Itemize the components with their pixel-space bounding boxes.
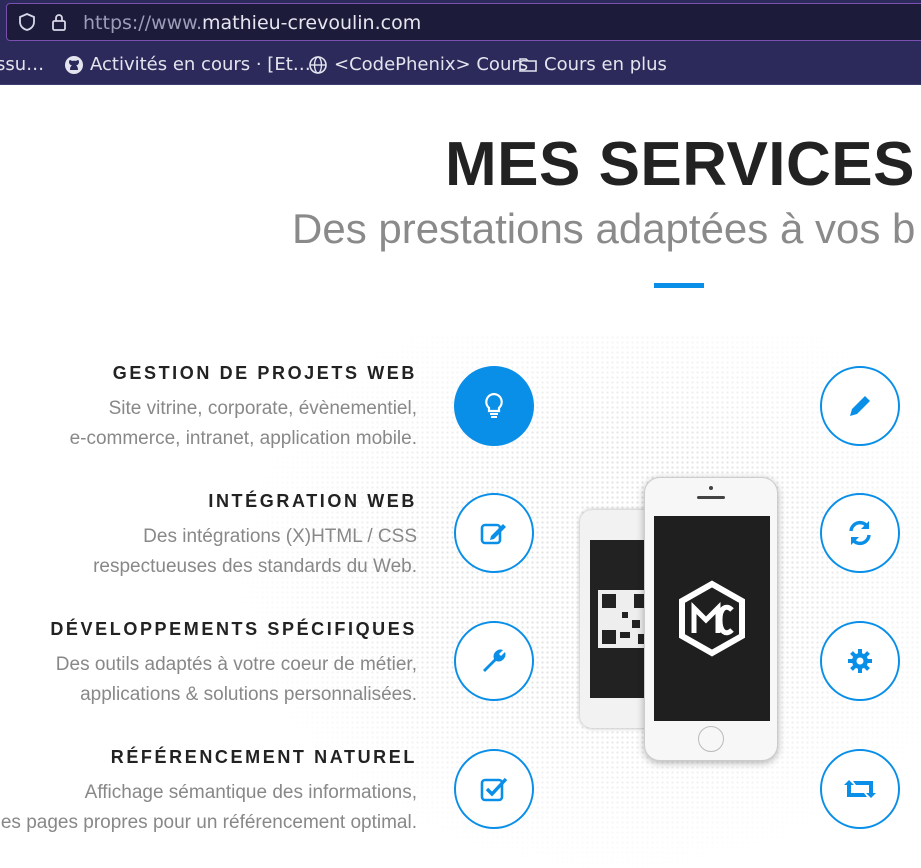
service-desc-line: Des intégrations (X)HTML / CSS — [143, 526, 417, 547]
url-host: mathieu-crevoulin.com — [202, 12, 422, 34]
bookmark-item-github[interactable]: Activités en cours · [Et… — [64, 54, 311, 75]
refresh-icon — [849, 520, 871, 546]
service-item: GESTION DE PROJETS WEB Site vitrine, cor… — [0, 363, 417, 454]
edit-icon — [480, 523, 506, 545]
bookmark-label: Cours en plus — [544, 54, 667, 75]
phone-home-button — [698, 726, 724, 752]
shield-icon[interactable] — [17, 12, 37, 32]
service-title: RÉFÉRENCEMENT NATUREL — [110, 747, 417, 767]
folder-icon — [519, 57, 537, 72]
service-icon-circle[interactable] — [454, 749, 534, 829]
pencil-icon — [850, 396, 870, 416]
feature-icon-circle[interactable] — [820, 493, 900, 573]
service-item: INTÉGRATION WEB Des intégrations (X)HTML… — [0, 491, 417, 582]
service-item: DÉVELOPPEMENTS SPÉCIFIQUES Des outils ad… — [0, 619, 417, 710]
bookmark-label: ssu… — [0, 54, 45, 75]
bookmark-item[interactable]: ssu… — [0, 54, 44, 75]
bookmark-label: Activités en cours · [Et… — [90, 54, 311, 75]
bookmark-label: <CodePhenix> Cours — [334, 54, 529, 75]
service-desc-line: applications & solutions personnalisées. — [80, 684, 417, 705]
phone-speaker — [697, 496, 725, 499]
mc-logo-icon — [679, 580, 745, 657]
wrench-icon — [483, 649, 506, 672]
bookmark-folder-cours[interactable]: Cours en plus — [518, 54, 667, 75]
phone-screen — [654, 516, 770, 721]
service-desc-line: Affichage sémantique des informations, — [84, 782, 417, 803]
service-title: GESTION DE PROJETS WEB — [112, 363, 417, 383]
feature-icon-circle[interactable] — [820, 621, 900, 701]
checkbox-icon — [480, 777, 508, 802]
service-desc-line: Site vitrine, corporate, évènementiel, — [108, 398, 417, 419]
service-desc-line: Des outils adaptés à votre coeur de méti… — [55, 654, 417, 675]
feature-icon-circle[interactable] — [820, 366, 900, 446]
lightbulb-icon — [485, 392, 503, 418]
service-item: RÉFÉRENCEMENT NATUREL Affichage sémantiq… — [0, 747, 417, 838]
bookmarks-bar: ssu… Activités en cours · [Et… <CodePhen… — [0, 44, 921, 85]
phone-camera — [709, 486, 713, 490]
service-desc-line: des pages propres pour un référencement … — [0, 812, 417, 833]
globe-icon — [309, 55, 327, 74]
gear-icon — [848, 649, 872, 673]
feature-icon-circle[interactable] — [820, 749, 900, 829]
service-title: INTÉGRATION WEB — [208, 491, 417, 511]
page-subtitle: Des prestations adaptées à vos b — [292, 205, 916, 252]
github-icon — [65, 55, 83, 74]
bookmark-item-codephenix[interactable]: <CodePhenix> Cours — [308, 54, 528, 75]
browser-toolbar: https://www.mathieu-crevoulin.com — [0, 0, 921, 44]
service-title: DÉVELOPPEMENTS SPÉCIFIQUES — [50, 619, 417, 639]
service-icon-circle[interactable] — [454, 366, 534, 446]
address-bar[interactable]: https://www.mathieu-crevoulin.com — [6, 3, 921, 41]
retweet-icon — [844, 780, 876, 798]
service-desc-line: respectueuses des standards du Web. — [93, 556, 417, 577]
service-icon-circle[interactable] — [454, 493, 534, 573]
url-prefix: https://www. — [83, 12, 203, 34]
page-content: MES SERVICES Des prestations adaptées à … — [0, 85, 921, 868]
phone-image-front — [644, 477, 778, 761]
title-separator — [654, 283, 704, 288]
service-icon-circle[interactable] — [454, 621, 534, 701]
service-desc-line: e-commerce, intranet, application mobile… — [69, 428, 417, 449]
lock-icon[interactable] — [49, 12, 69, 32]
url-text[interactable]: https://www.mathieu-crevoulin.com — [83, 12, 421, 34]
page-title: MES SERVICES — [445, 130, 916, 199]
